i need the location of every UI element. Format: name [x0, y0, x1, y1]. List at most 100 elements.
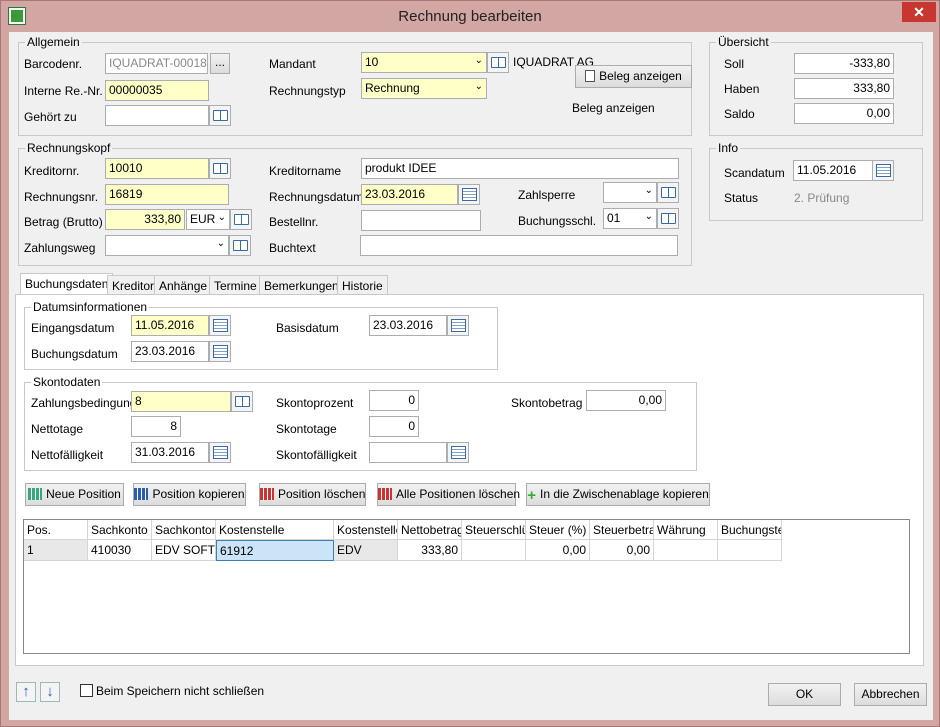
basisdatum-label: Basisdatum	[276, 321, 339, 335]
calendar-icon	[450, 446, 466, 459]
grid-cell-buchungstext[interactable]	[718, 540, 782, 561]
book-icon	[212, 163, 228, 174]
grid-header-steuerschluessel[interactable]: Steuerschlüs	[462, 520, 526, 540]
eingangsdatum-field[interactable]: 11.05.2016	[131, 315, 209, 336]
nettotage-field[interactable]: 8	[131, 416, 181, 437]
tab-buchungsdaten[interactable]: Buchungsdaten	[20, 273, 114, 296]
scandatum-calendar-button[interactable]	[872, 160, 894, 181]
grid-header-kostenstelle-name[interactable]: Kostenstelle	[334, 520, 398, 540]
skontofaelligkeit-calendar-button[interactable]	[447, 442, 469, 463]
grid-header-steuer-prozent[interactable]: Steuer (%)	[526, 520, 590, 540]
betrag-field[interactable]: 333,80	[105, 209, 185, 230]
grid-cell-steuerschluessel[interactable]	[462, 540, 526, 561]
gehoert-zu-lookup-button[interactable]	[209, 105, 231, 126]
grid-cell-waehrung[interactable]	[654, 540, 718, 561]
tab-kreditor[interactable]: Kreditor	[107, 275, 160, 295]
kreditornr-field[interactable]: 10010	[105, 158, 209, 179]
saldo-field[interactable]: 0,00	[794, 103, 894, 124]
kreditorname-field[interactable]: produkt IDEE	[361, 158, 679, 179]
zahlungsweg-lookup-button[interactable]	[229, 235, 251, 256]
positions-grid[interactable]: Pos. Sachkonto Sachkontonam Kostenstelle…	[23, 519, 910, 654]
dialog-window: Rechnung bearbeiten ✕ Allgemein Barcoden…	[0, 0, 940, 727]
kreditornr-lookup-button[interactable]	[209, 158, 231, 179]
chevron-down-icon: ⌄	[474, 81, 483, 92]
nettotage-label: Nettotage	[31, 422, 84, 436]
skontotage-field[interactable]: 0	[369, 416, 419, 437]
rechnungsnr-field[interactable]: 16819	[105, 184, 229, 205]
waehrung-select[interactable]: EUR ⌄	[186, 209, 230, 230]
soll-field[interactable]: -333,80	[794, 53, 894, 74]
skontofaelligkeit-field[interactable]	[369, 442, 447, 463]
zahlungsbedingung-field[interactable]: 8	[131, 391, 231, 412]
zwischenablage-kopieren-button[interactable]: + In die Zwischenablage kopieren	[526, 483, 710, 506]
tab-bemerkungen[interactable]: Bemerkungen	[259, 275, 344, 295]
grid-cell-sachkontoname[interactable]: EDV SOFTW	[152, 540, 216, 561]
tab-termine[interactable]: Termine	[209, 275, 262, 295]
grid-header-buchungstext[interactable]: Buchungstex	[718, 520, 782, 540]
position-loeschen-button[interactable]: Position löschen	[259, 483, 366, 506]
ok-button[interactable]: OK	[768, 683, 841, 706]
eingangsdatum-calendar-button[interactable]	[209, 315, 231, 336]
move-up-button[interactable]: ↑	[16, 682, 36, 702]
zahlsperre-select[interactable]: ⌄	[603, 182, 657, 203]
add-row-icon	[28, 488, 43, 500]
buchungsschl-select[interactable]: 01 ⌄	[603, 208, 657, 229]
grid-header-sachkontoname[interactable]: Sachkontonam	[152, 520, 216, 540]
barcode-field[interactable]: IQUADRAT-00018	[105, 53, 208, 74]
waehrung-lookup-button[interactable]	[230, 209, 252, 230]
mandant-lookup-button[interactable]	[487, 52, 509, 73]
grid-header-kostenstelle[interactable]: Kostenstelle	[216, 520, 334, 540]
rechnungsdatum-calendar-button[interactable]	[458, 184, 480, 205]
interne-nr-field[interactable]: 00000035	[105, 80, 209, 101]
rechnungsdatum-field[interactable]: 23.03.2016	[361, 184, 458, 205]
grid-header-waehrung[interactable]: Währung	[654, 520, 718, 540]
grid-cell-sachkonto[interactable]: 410030	[88, 540, 152, 561]
grid-cell-pos[interactable]: 1	[24, 540, 88, 561]
grid-header-pos[interactable]: Pos.	[24, 520, 88, 540]
neue-position-button[interactable]: Neue Position	[25, 483, 124, 506]
skontobetrag-field[interactable]: 0,00	[586, 390, 666, 411]
mandant-select[interactable]: 10 ⌄	[361, 52, 487, 73]
basisdatum-calendar-button[interactable]	[447, 315, 469, 336]
nettofaelligkeit-calendar-button[interactable]	[209, 442, 231, 463]
chevron-down-icon: ⌄	[644, 211, 653, 222]
grid-cell-kostenstelle-name[interactable]: EDV	[334, 540, 398, 561]
rechnungstyp-select[interactable]: Rechnung ⌄	[361, 78, 487, 99]
alle-positionen-loeschen-button[interactable]: Alle Positionen löschen	[377, 483, 520, 506]
grid-cell-nettobetrag[interactable]: 333,80	[398, 540, 462, 561]
basisdatum-field[interactable]: 23.03.2016	[369, 315, 447, 336]
tab-historie[interactable]: Historie	[337, 275, 388, 295]
grid-cell-steuer-prozent[interactable]: 0,00	[526, 540, 590, 561]
zahlungsbedingung-lookup-button[interactable]	[231, 391, 253, 412]
buchungsdatum-calendar-button[interactable]	[209, 341, 231, 362]
scandatum-field[interactable]: 11.05.2016	[793, 160, 873, 181]
zahlsperre-lookup-button[interactable]	[657, 182, 679, 203]
beleg-anzeigen-button[interactable]: Beleg anzeigen	[575, 65, 692, 88]
bestellnr-field[interactable]	[361, 210, 481, 231]
tab-anhaenge[interactable]: Anhänge	[154, 275, 213, 295]
grid-header-nettobetrag[interactable]: Nettobetrag	[398, 520, 462, 540]
grid-cell-kostenstelle[interactable]: 61912	[216, 540, 334, 561]
grid-header-sachkonto[interactable]: Sachkonto	[88, 520, 152, 540]
close-button[interactable]: ✕	[902, 2, 936, 22]
grid-cell-steuerbetrag[interactable]: 0,00	[590, 540, 654, 561]
zahlungsweg-select[interactable]: ⌄	[105, 235, 229, 256]
kreditornr-label: Kreditornr.	[24, 164, 80, 178]
skontoprozent-label: Skontoprozent	[276, 396, 354, 410]
grid-header-steuerbetrag[interactable]: Steuerbetra	[590, 520, 654, 540]
move-down-button[interactable]: ↓	[40, 682, 60, 702]
neue-position-label: Neue Position	[46, 487, 121, 501]
nicht-schliessen-checkbox[interactable]	[80, 684, 93, 697]
gehoert-zu-field[interactable]	[105, 105, 209, 126]
nettofaelligkeit-field[interactable]: 31.03.2016	[131, 442, 209, 463]
buchungsdatum-field[interactable]: 23.03.2016	[131, 341, 209, 362]
status-value: 2. Prüfung	[794, 191, 850, 205]
skontoprozent-field[interactable]: 0	[369, 390, 419, 411]
haben-field[interactable]: 333,80	[794, 78, 894, 99]
abbrechen-button[interactable]: Abbrechen	[854, 683, 927, 706]
position-kopieren-button[interactable]: Position kopieren	[133, 483, 246, 506]
buchungsschl-lookup-button[interactable]	[657, 208, 679, 229]
calendar-icon	[461, 188, 477, 201]
buchtext-field[interactable]	[360, 235, 678, 256]
barcode-browse-button[interactable]: ...	[210, 53, 230, 74]
